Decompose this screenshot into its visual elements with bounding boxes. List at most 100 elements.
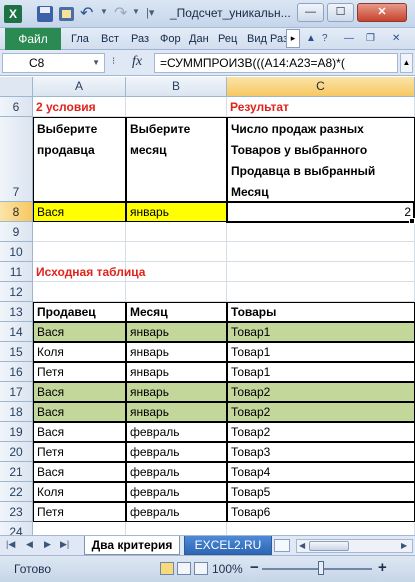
tab-home[interactable]: Гла [71,28,89,50]
redo-icon[interactable]: ↷ [114,5,132,23]
row-header[interactable]: 11 [0,262,33,282]
grid-cell[interactable] [126,97,227,117]
table-cell-month[interactable]: февраль [126,482,227,502]
sheet-tab-excel2[interactable]: EXCEL2.RU [184,536,272,555]
table-cell-seller[interactable]: Петя [33,502,126,522]
undo-icon[interactable]: ↶ [80,5,98,23]
table-cell-product[interactable]: Товар6 [227,502,415,522]
row-header[interactable]: 7 [0,117,33,202]
row-header[interactable]: 12 [0,282,33,302]
row-header[interactable]: 23 [0,502,33,522]
table-cell-seller[interactable]: Коля [33,342,126,362]
column-header-b[interactable]: B [126,77,227,97]
sheet-tab-active[interactable]: Два критерия [84,536,180,555]
table-cell-seller[interactable]: Петя [33,442,126,462]
excel-app-icon[interactable]: X [4,5,22,23]
tab-page-layout[interactable]: Раз [131,28,149,50]
table-cell-product[interactable]: Товар2 [227,422,415,442]
table-cell-month[interactable]: январь [126,402,227,422]
maximize-button[interactable]: ☐ [327,3,354,22]
grid-cell[interactable] [126,242,227,262]
row-header[interactable]: 21 [0,462,33,482]
row-header[interactable]: 15 [0,342,33,362]
table-cell-seller[interactable]: Вася [33,322,126,342]
row-header[interactable]: 20 [0,442,33,462]
tab-formulas[interactable]: Фор [160,28,181,50]
grid-cell[interactable] [227,262,415,282]
table-cell-product[interactable]: Товар5 [227,482,415,502]
header-select-seller[interactable]: Выберите продавца [33,117,126,202]
seller-input-cell[interactable]: Вася [33,202,126,222]
close-button[interactable]: ✕ [357,3,407,22]
tab-insert[interactable]: Вст [101,28,119,50]
table-cell-month[interactable]: февраль [126,422,227,442]
column-header-a[interactable]: A [33,77,126,97]
table-header-seller[interactable]: Продавец [33,302,126,322]
table-cell-seller[interactable]: Вася [33,382,126,402]
header-result[interactable]: Число продаж разных Товаров у выбранного… [227,117,415,202]
table-cell-product[interactable]: Товар1 [227,342,415,362]
grid-cell[interactable] [227,282,415,302]
table-cell-seller[interactable]: Петя [33,362,126,382]
row-header[interactable]: 6 [0,97,33,117]
first-sheet-icon[interactable]: |◀ [6,539,15,550]
fill-handle[interactable] [409,218,415,224]
tab-review[interactable]: Рец [218,28,237,50]
redo-dropdown-icon[interactable]: ▼ [132,7,140,16]
grid-cell[interactable] [126,282,227,302]
table-cell-month[interactable]: январь [126,342,227,362]
row-header[interactable]: 18 [0,402,33,422]
table-header-product[interactable]: Товары [227,302,415,322]
next-sheet-icon[interactable]: ▶ [44,539,51,550]
window-restore-icon[interactable]: ❐ [366,33,375,44]
row-header[interactable]: 19 [0,422,33,442]
horizontal-scroll-thumb[interactable] [309,541,349,551]
insert-function-icon[interactable]: fx [132,54,142,70]
result-cell[interactable]: 2 [227,202,415,222]
conditions-title[interactable]: 2 условия [33,97,126,117]
table-cell-month[interactable]: февраль [126,442,227,462]
zoom-slider-thumb[interactable] [318,561,324,575]
row-header[interactable]: 9 [0,222,33,242]
header-select-month[interactable]: Выберите месяц [126,117,227,202]
grid-cell[interactable] [227,242,415,262]
customize-toolbar-icon[interactable]: |▾ [146,6,154,19]
minimize-ribbon-icon[interactable]: ▲ [306,33,316,44]
month-input-cell[interactable]: январь [126,202,227,222]
save-icon[interactable] [36,5,54,23]
horizontal-scrollbar[interactable]: ◀ ▶ [296,539,413,553]
row-header[interactable]: 13 [0,302,33,322]
window-minimize-icon[interactable]: — [344,33,354,44]
row-header[interactable]: 10 [0,242,33,262]
window-close-icon[interactable]: ✕ [392,33,400,44]
table-cell-product[interactable]: Товар4 [227,462,415,482]
zoom-in-icon[interactable]: + [378,559,387,576]
row-header[interactable]: 14 [0,322,33,342]
table-cell-month[interactable]: январь [126,322,227,342]
grid-cell[interactable] [33,282,126,302]
table-cell-seller[interactable]: Вася [33,462,126,482]
table-cell-product[interactable]: Товар3 [227,442,415,462]
insert-sheet-icon[interactable] [274,539,290,552]
expand-formula-bar-icon[interactable]: ▲ [400,53,413,73]
scroll-left-icon[interactable]: ◀ [299,540,305,552]
zoom-out-icon[interactable]: − [250,559,259,576]
tab-file[interactable]: Файл [5,28,61,50]
table-cell-month[interactable]: январь [126,362,227,382]
formula-bar-grip-icon[interactable]: ⁝ [112,56,115,67]
grid-cell[interactable] [227,222,415,242]
name-box[interactable]: C8 ▼ [2,53,105,73]
undo-dropdown-icon[interactable]: ▼ [100,7,108,16]
row-header[interactable]: 16 [0,362,33,382]
result-title[interactable]: Результат [227,97,415,117]
name-box-dropdown-icon[interactable]: ▼ [92,54,100,72]
table-cell-seller[interactable]: Вася [33,402,126,422]
tab-view[interactable]: Вид [247,28,267,50]
page-break-view-icon[interactable] [194,562,208,575]
source-table-title[interactable]: Исходная таблица [33,262,227,282]
scroll-right-icon[interactable]: ▶ [401,540,407,552]
ribbon-scroll-right-icon[interactable]: ▸ [286,29,300,48]
page-layout-view-icon[interactable] [177,562,191,575]
table-header-month[interactable]: Месяц [126,302,227,322]
table-cell-seller[interactable]: Коля [33,482,126,502]
